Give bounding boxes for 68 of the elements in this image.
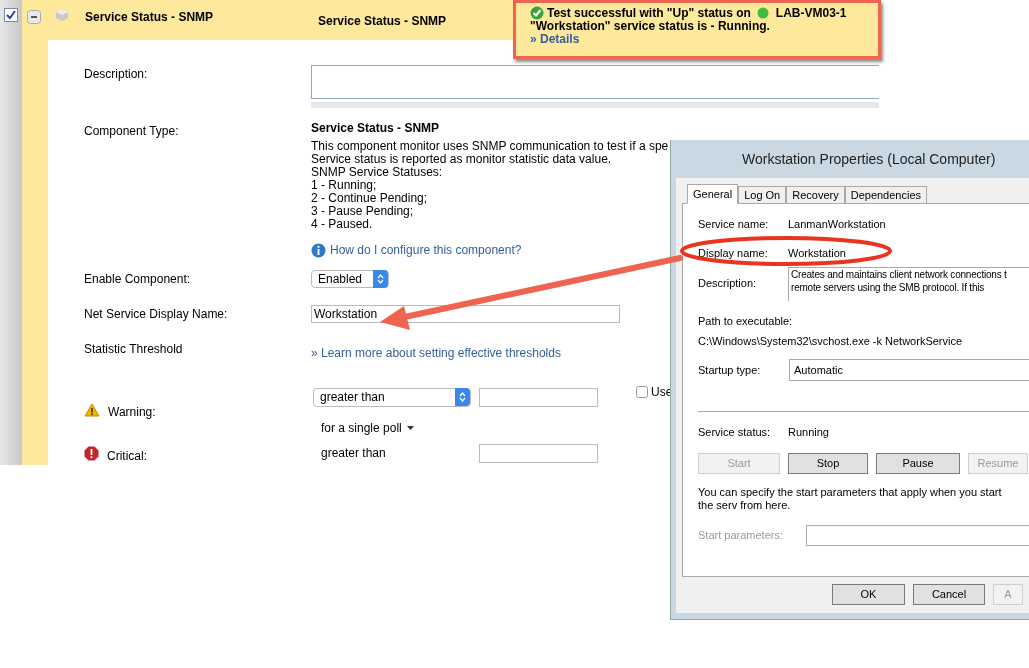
component-name: Service Status - SNMP: [85, 9, 215, 26]
property-label: Path to executable:: [698, 314, 794, 329]
dialog-button[interactable]: Stop: [788, 452, 868, 474]
dialog-button[interactable]: Pause: [876, 452, 960, 474]
field-label: Enable Component:: [84, 272, 191, 286]
field-label: Warning:: [108, 404, 156, 421]
property-label: Service name:: [698, 217, 770, 232]
description-line: Service status is reported as monitor statistic data value.: [311, 153, 612, 166]
property-label: Display name:: [698, 245, 769, 261]
path-value: C:\Windows\System32\svchost.exe -k NetworkService: [698, 333, 964, 349]
result-text: "Workstation" service status is - Running.: [530, 20, 771, 33]
service-name-field[interactable]: Workstation: [311, 305, 620, 323]
details-link[interactable]: » Details: [530, 32, 580, 46]
node-name: LAB-VM03-1: [775, 6, 847, 20]
service-name-value: LanmanWorkstation: [788, 217, 886, 232]
dialog-tab[interactable]: General: [687, 184, 739, 204]
property-label: Startup type:: [698, 362, 762, 378]
use-checkbox[interactable]: [636, 386, 648, 398]
success-check-icon: [530, 6, 544, 20]
dropdown-arrows-icon: [373, 270, 388, 288]
result-text: Test successful with "Up" status on: [547, 6, 751, 20]
dialog-tab[interactable]: Log On: [738, 186, 787, 204]
row-checkbox[interactable]: [4, 8, 18, 22]
start-parameters-note: You can specify the start parameters that apply when you start the serv from here.: [698, 485, 1003, 512]
dropdown-arrows-icon: [455, 388, 470, 406]
warning-value-field[interactable]: [479, 387, 598, 407]
poll-dropdown[interactable]: for a single poll: [321, 419, 402, 437]
info-icon: [311, 242, 326, 258]
dialog-title: Workstation Properties (Local Computer): [742, 149, 996, 169]
property-label: Description:: [698, 276, 758, 291]
description-line: 4 - Paused.: [311, 218, 373, 231]
description-line: 2 - Continue Pending;: [311, 192, 428, 205]
component-type-title: Service Status - SNMP: [311, 122, 441, 135]
description-line: 3 - Pause Pending;: [311, 205, 414, 218]
description-line: Creates and maintains client network connections t: [791, 268, 1008, 281]
property-label: Service status:: [698, 425, 772, 440]
field-label: Description:: [84, 67, 148, 81]
warning-operator-dropdown[interactable]: greater than: [313, 387, 471, 407]
field-label: Statistic Threshold: [84, 342, 183, 356]
property-label: Start parameters:: [698, 527, 784, 543]
collapse-toggle[interactable]: [27, 10, 41, 24]
critical-value-field[interactable]: [479, 443, 598, 463]
display-name-value: Workstation: [788, 245, 846, 261]
help-link[interactable]: How do I configure this component?: [330, 241, 522, 259]
dialog-button[interactable]: Cancel: [913, 584, 985, 605]
cube-icon: [55, 8, 69, 22]
warning-icon: [84, 403, 100, 417]
service-status-value: Running: [788, 425, 829, 440]
enable-dropdown[interactable]: Enabled: [311, 270, 389, 288]
status-dot-icon: [756, 7, 769, 19]
description-field[interactable]: [311, 65, 879, 99]
dialog-tab[interactable]: Dependencies: [844, 186, 928, 204]
dialog-tab[interactable]: Recovery: [786, 186, 845, 204]
error-icon: [84, 445, 99, 461]
field-label: Net Service Display Name:: [84, 307, 228, 321]
field-label: Component Type:: [84, 124, 179, 138]
caret-icon: [406, 426, 414, 430]
startup-type-dropdown[interactable]: Automatic: [789, 359, 1029, 381]
description-line: 1 - Running;: [311, 179, 377, 192]
start-parameters-field[interactable]: [806, 524, 1029, 546]
description-line: remote servers using the SMB protocol. If this: [791, 281, 986, 294]
field-label: Critical:: [107, 448, 147, 465]
dialog-button[interactable]: OK: [832, 584, 905, 605]
component-type: Service Status - SNMP: [318, 13, 447, 30]
critical-operator: greater than: [321, 445, 387, 462]
description-line: This component monitor uses SNMP communication to test if a spe: [311, 140, 669, 153]
thresholds-link[interactable]: » Learn more about setting effective thresholds: [311, 346, 561, 360]
description-line: SNMP Service Statuses:: [311, 166, 443, 179]
